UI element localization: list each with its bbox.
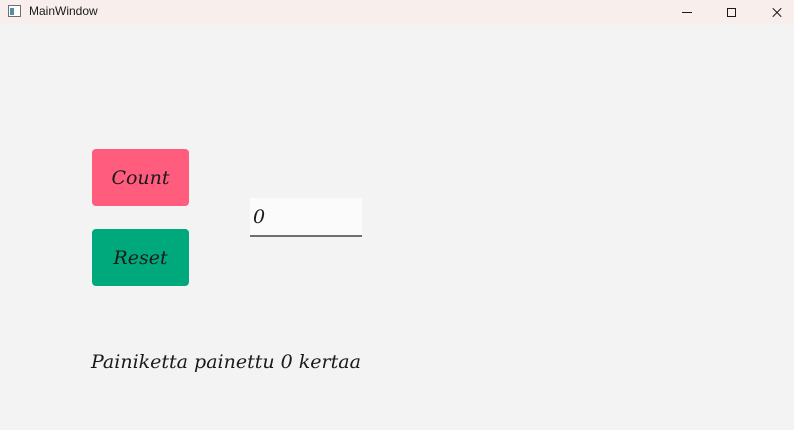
- maximize-button[interactable]: [708, 0, 754, 24]
- main-window: MainWindow Count Reset Painiketta painet…: [0, 0, 794, 430]
- close-button[interactable]: [754, 0, 794, 24]
- count-button[interactable]: Count: [92, 149, 189, 206]
- count-field[interactable]: [250, 198, 362, 237]
- maximize-icon: [726, 7, 736, 17]
- close-icon: [771, 6, 783, 18]
- status-text: Painiketta painettu 0 kertaa: [91, 351, 361, 373]
- minimize-icon: [682, 11, 692, 13]
- app-window-icon: [8, 5, 21, 17]
- reset-button[interactable]: Reset: [92, 229, 189, 286]
- title-bar[interactable]: MainWindow: [0, 0, 794, 24]
- minimize-button[interactable]: [664, 0, 710, 24]
- window-title: MainWindow: [29, 4, 98, 18]
